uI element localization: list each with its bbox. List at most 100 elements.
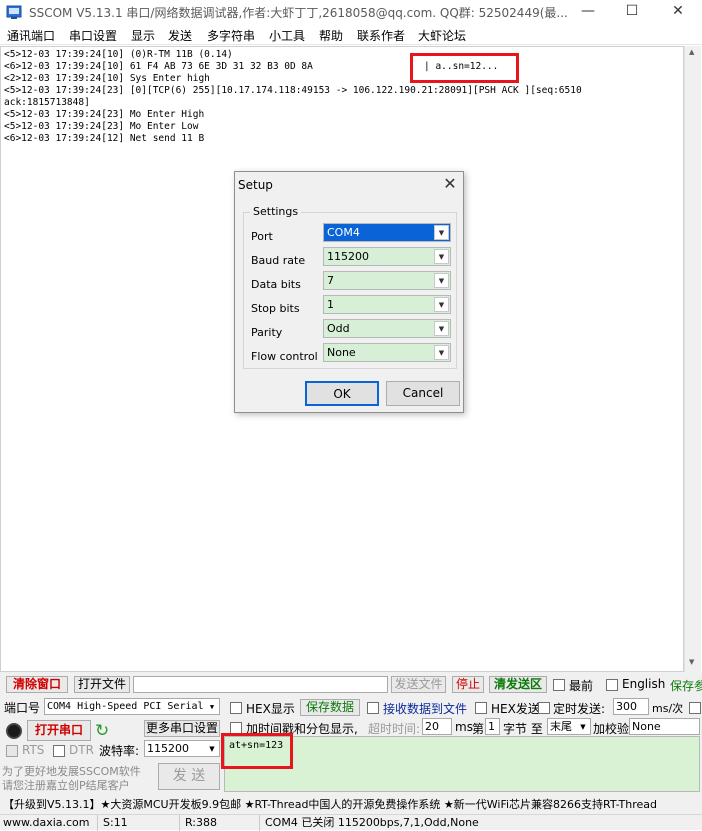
nth-input[interactable]: 1 bbox=[485, 718, 500, 735]
parity-select[interactable]: Odd ▼ bbox=[323, 319, 451, 338]
log-scrollbar[interactable]: ▲ ▼ bbox=[684, 46, 701, 672]
highlight-box bbox=[221, 733, 293, 769]
timeout-unit-label: ms bbox=[455, 720, 473, 734]
rts-label: RTS bbox=[22, 743, 45, 757]
timed-send-label: 定时发送: bbox=[553, 702, 606, 716]
scroll-up-icon[interactable]: ▲ bbox=[689, 48, 694, 56]
chevron-down-icon[interactable]: ▼ bbox=[206, 743, 218, 755]
open-file-button[interactable]: 打开文件 bbox=[74, 676, 130, 693]
stop-bits-select[interactable]: 1 ▼ bbox=[323, 295, 451, 314]
clear-window-button[interactable]: 清除窗口 bbox=[6, 676, 68, 693]
checksum-select[interactable]: None bbox=[629, 718, 700, 735]
window-title: SSCOM V5.13.1 串口/网络数据调试器,作者:大虾丁丁,2618058… bbox=[29, 6, 568, 20]
topmost-label: 最前 bbox=[569, 679, 594, 693]
flow-control-select[interactable]: None ▼ bbox=[323, 343, 451, 362]
cancel-button[interactable]: Cancel bbox=[386, 381, 460, 406]
data-bits-value: 7 bbox=[327, 274, 334, 287]
end-select-value: 末尾 bbox=[550, 720, 572, 733]
ok-button[interactable]: OK bbox=[305, 381, 379, 406]
send-file-button[interactable]: 发送文件 bbox=[391, 676, 446, 693]
send-button[interactable]: 发 送 bbox=[158, 763, 220, 790]
file-path-input[interactable] bbox=[133, 676, 388, 693]
timed-send-checkbox[interactable] bbox=[538, 702, 550, 714]
open-port-button[interactable]: 打开串口 bbox=[27, 720, 91, 741]
hex-display-checkbox[interactable] bbox=[230, 702, 242, 714]
topmost-checkbox[interactable] bbox=[553, 679, 565, 691]
record-icon[interactable] bbox=[6, 723, 22, 739]
hex-send-label: HEX发送 bbox=[491, 702, 540, 716]
status-sent-count: S:11 bbox=[100, 815, 180, 831]
chevron-down-icon[interactable]: ▼ bbox=[434, 321, 449, 336]
dtr-checkbox[interactable] bbox=[53, 745, 65, 757]
chevron-down-icon[interactable]: ▼ bbox=[434, 297, 449, 312]
more-settings-button[interactable]: 更多串口设置 bbox=[144, 720, 220, 737]
status-website[interactable]: www.daxia.com bbox=[0, 815, 98, 831]
status-recv-count: R:388 bbox=[182, 815, 260, 831]
byte-to-label: 字节 至 bbox=[503, 722, 543, 736]
parity-label: Parity bbox=[251, 326, 283, 339]
menu-display[interactable]: 显示 bbox=[131, 27, 155, 44]
send-input[interactable]: at+sn=123 bbox=[224, 736, 700, 792]
dialog-close-icon[interactable]: ✕ bbox=[440, 175, 460, 195]
chevron-down-icon[interactable]: ▼ bbox=[434, 345, 449, 360]
ad-text: 【升级到V5.13.1】★大资源MCU开发板9.9包邮 ★RT-Thread中国… bbox=[3, 798, 658, 811]
minimize-button[interactable]: — bbox=[566, 0, 610, 24]
chevron-down-icon[interactable]: ▼ bbox=[434, 249, 449, 264]
parity-value: Odd bbox=[327, 322, 350, 335]
timeout-input[interactable]: 20 bbox=[422, 718, 452, 735]
setup-dialog: Setup ✕ Settings Port COM4 ▼ Baud rate 1… bbox=[234, 171, 464, 413]
baud-rate-select[interactable]: 115200 ▼ bbox=[323, 247, 451, 266]
interval-input[interactable]: 300 bbox=[613, 698, 649, 715]
menu-comm-port[interactable]: 通讯端口 bbox=[7, 27, 55, 44]
checksum-label: 加校验 bbox=[593, 722, 630, 736]
log-line: <5>12-03 17:39:24[23] Mo Enter Low bbox=[4, 121, 199, 132]
save-params-button[interactable]: 保存参 bbox=[670, 677, 702, 694]
log-line: <6>12-03 17:39:24[10] 61 F4 AB 73 6E 3D … bbox=[4, 61, 313, 72]
port-number-label: 端口号 bbox=[4, 701, 41, 715]
dialog-title: Setup bbox=[238, 178, 273, 192]
chevron-down-icon[interactable]: ▼ bbox=[434, 273, 449, 288]
data-bits-select[interactable]: 7 ▼ bbox=[323, 271, 451, 290]
stop-bits-label: Stop bits bbox=[251, 302, 300, 315]
menu-help[interactable]: 帮助 bbox=[319, 27, 343, 44]
interval-enable-checkbox[interactable] bbox=[689, 702, 701, 714]
menu-tools[interactable]: 小工具 bbox=[269, 27, 305, 44]
close-button[interactable]: ✕ bbox=[656, 0, 700, 24]
refresh-icon[interactable]: ↻ bbox=[95, 721, 109, 741]
menu-contact-author[interactable]: 联系作者 bbox=[357, 27, 405, 44]
menu-send[interactable]: 发送 bbox=[168, 27, 192, 44]
highlight-box bbox=[410, 53, 519, 83]
english-checkbox[interactable] bbox=[606, 679, 618, 691]
end-select[interactable]: 末尾 ▼ bbox=[547, 718, 591, 735]
log-line: <5>12-03 17:39:24[23] Mo Enter High bbox=[4, 109, 205, 120]
log-line: <5>12-03 17:39:24[23] [0][TCP(6) 255][10… bbox=[4, 85, 582, 96]
chevron-down-icon[interactable]: ▼ bbox=[434, 225, 449, 240]
ad-banner[interactable]: 【升级到V5.13.1】★大资源MCU开发板9.9包邮 ★RT-Thread中国… bbox=[0, 793, 702, 813]
recv-to-file-checkbox[interactable] bbox=[367, 702, 379, 714]
status-port-state: COM4 已关闭 115200bps,7,1,Odd,None bbox=[265, 816, 479, 829]
interval-unit-label: ms/次 bbox=[652, 702, 684, 715]
app-icon bbox=[6, 5, 22, 19]
status-bar: www.daxia.com S:11 R:388 COM4 已关闭 115200… bbox=[0, 814, 702, 831]
recv-to-file-label: 接收数据到文件 bbox=[383, 702, 468, 716]
port-select[interactable]: COM4 ▼ bbox=[323, 223, 451, 242]
menu-serial-settings[interactable]: 串口设置 bbox=[69, 27, 117, 44]
port-value: COM4 bbox=[327, 226, 360, 239]
baud-select[interactable]: 115200 ▼ bbox=[144, 740, 220, 757]
clear-send-button[interactable]: 清发送区 bbox=[489, 676, 547, 693]
port-select[interactable]: COM4 High-Speed PCI Serial ▼ bbox=[44, 698, 220, 715]
menu-multi-string[interactable]: 多字符串 bbox=[207, 27, 255, 44]
rts-checkbox[interactable] bbox=[6, 745, 18, 757]
scroll-down-icon[interactable]: ▼ bbox=[689, 658, 694, 666]
nth-label: 第 bbox=[472, 722, 485, 736]
hex-send-checkbox[interactable] bbox=[475, 702, 487, 714]
menu-forum[interactable]: 大虾论坛 bbox=[418, 27, 466, 44]
title-bar: SSCOM V5.13.1 串口/网络数据调试器,作者:大虾丁丁,2618058… bbox=[0, 0, 702, 24]
maximize-button[interactable]: ☐ bbox=[610, 0, 654, 24]
promo-line-2: 请您注册嘉立创P结尾客户 bbox=[2, 779, 130, 792]
chevron-down-icon[interactable]: ▼ bbox=[206, 701, 218, 713]
stop-button[interactable]: 停止 bbox=[452, 676, 484, 693]
baud-select-value: 115200 bbox=[147, 742, 189, 755]
save-data-button[interactable]: 保存数据 bbox=[300, 699, 360, 716]
chevron-down-icon[interactable]: ▼ bbox=[577, 721, 589, 733]
